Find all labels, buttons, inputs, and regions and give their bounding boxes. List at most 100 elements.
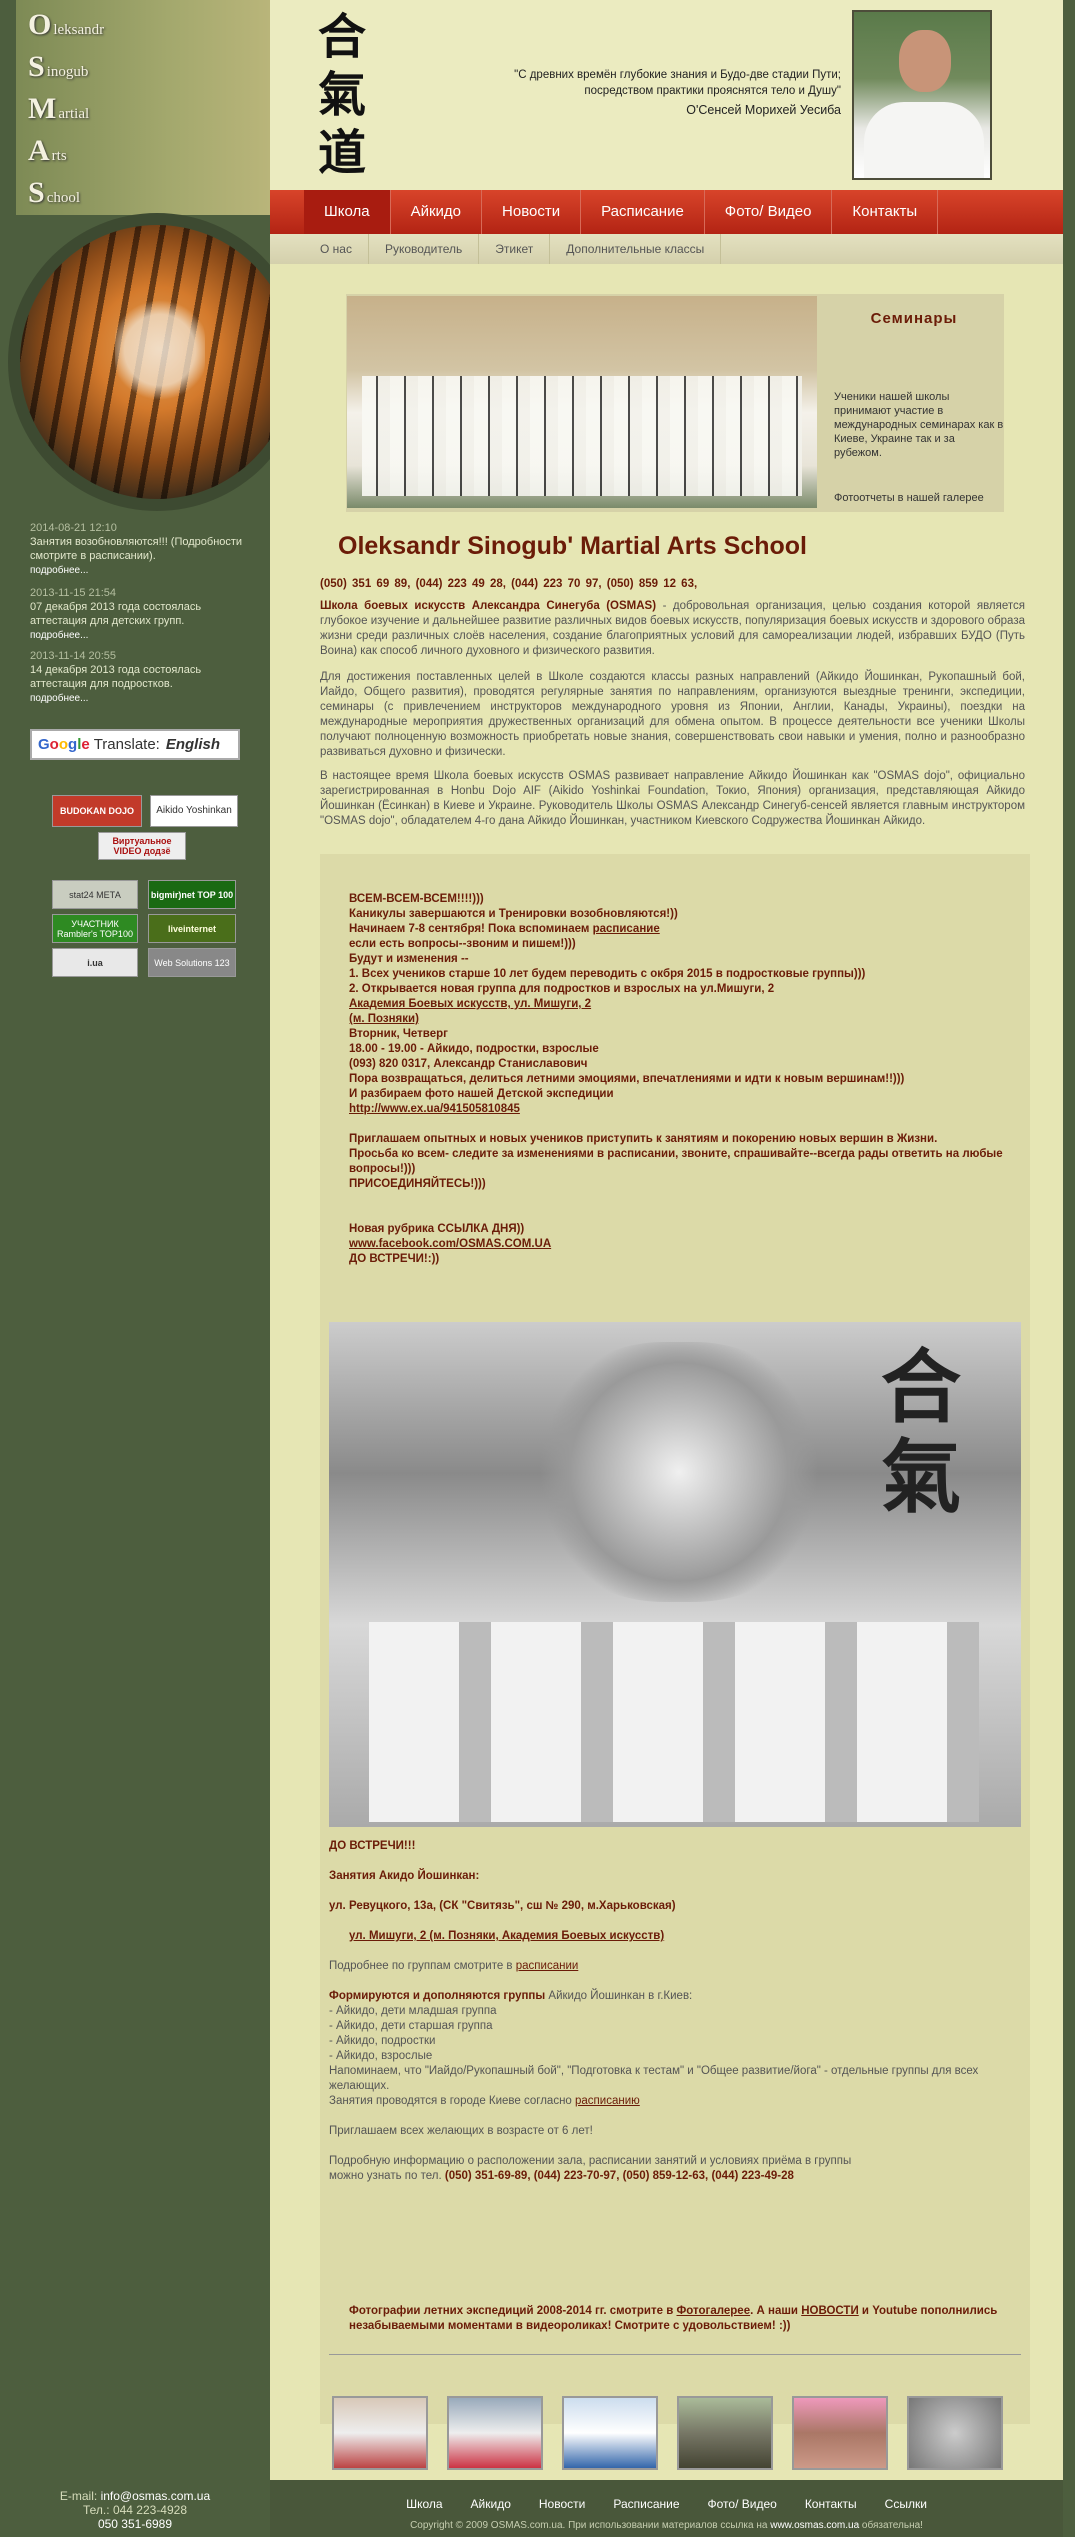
subnav-etiquette[interactable]: Этикет	[479, 234, 551, 264]
thumbnail[interactable]	[447, 2396, 543, 2470]
subnav-leader[interactable]: Руководитель	[369, 234, 480, 264]
email-label: E-mail:	[59, 2489, 98, 2503]
nav-contacts[interactable]: Контакты	[832, 190, 939, 234]
seminars-banner[interactable]: Семинары Ученики нашей школы принимают у…	[346, 294, 1004, 512]
news-more-link[interactable]: подробнее...	[30, 565, 88, 576]
mishugi-link[interactable]: ул. Мишуги, 2 (м. Позняки, Академия Боев…	[349, 1930, 664, 1942]
news-item: 2013-11-14 20:55 14 декабря 2013 года со…	[30, 649, 250, 706]
right-edge	[1063, 0, 1075, 2537]
poznyaky-link[interactable]: (м. Позняки)	[349, 1013, 419, 1025]
news-item: 2013-11-15 21:54 07 декабря 2013 года со…	[30, 586, 250, 643]
google-logo: Google	[38, 736, 90, 753]
schedule-details-link[interactable]: расписании	[516, 1960, 579, 1972]
aikido-kanji: 合氣道	[317, 9, 366, 181]
nav-schedule[interactable]: Расписание	[581, 190, 705, 234]
tel-2: 050 351-6989	[97, 2517, 173, 2531]
news-date: 2014-08-21 12:10	[30, 522, 117, 534]
seminar-group-photo	[347, 296, 817, 508]
photo-thumbnails	[332, 2396, 1003, 2470]
divider	[329, 2354, 1021, 2355]
nav-school[interactable]: Школа	[304, 190, 391, 234]
news-date: 2013-11-14 20:55	[30, 650, 117, 662]
dojo-group-photo: 合氣	[329, 1322, 1021, 1827]
yoshinkan-paragraph: В настоящее время Школа боевых искусств …	[320, 770, 1025, 827]
seminars-title: Семинары	[870, 310, 958, 327]
stat24-counter[interactable]: stat24 МЕТА	[52, 880, 138, 909]
goals-paragraph: Для достижения поставленных целей в Школ…	[320, 671, 1025, 758]
news-text: Занятия возобновляются!!! (Подробности с…	[30, 536, 243, 562]
video-dojo-banner[interactable]: Виртуальное VIDEO додзё	[98, 832, 186, 860]
news-more-link[interactable]: подробнее...	[30, 630, 88, 641]
thumbnail[interactable]	[562, 2396, 658, 2470]
footer-nav-school[interactable]: Школа	[406, 2497, 442, 2511]
site-link[interactable]: www.osmas.com.ua	[770, 2520, 859, 2531]
footer-nav-aikido[interactable]: Айкидо	[471, 2497, 511, 2511]
logo-line-4[interactable]: Arts	[28, 134, 67, 168]
thumbnail[interactable]	[677, 2396, 773, 2470]
seminars-text: Ученики нашей школы принимают участие в …	[834, 391, 1004, 459]
bigmir-counter[interactable]: bigmir)net TOP 100	[148, 880, 236, 909]
google-translate-widget[interactable]: Google Translate: English	[30, 729, 240, 760]
translate-language[interactable]: English	[166, 736, 220, 753]
news-item: 2014-08-21 12:10 Занятия возобновляются!…	[30, 521, 250, 578]
footer-nav-contacts[interactable]: Контакты	[805, 2497, 857, 2511]
main-column: 合氣道 "С древних времён глубокие знания и …	[270, 0, 1063, 2537]
phone-list: (050) 351 69 89, (044) 223 49 28, (044) …	[320, 578, 698, 590]
schedule-link-2[interactable]: расписанию	[575, 2095, 640, 2107]
news-text: 14 декабря 2013 года состоялась аттестац…	[30, 664, 202, 690]
header: 合氣道 "С древних времён глубокие знания и …	[270, 0, 1063, 190]
expedition-photos-link[interactable]: http://www.ex.ua/941505810845	[349, 1103, 520, 1115]
instructor-portrait	[852, 10, 992, 180]
header-quote: "С древних времён глубокие знания и Будо…	[441, 67, 841, 118]
thumbnail[interactable]	[907, 2396, 1003, 2470]
footer-nav-photo-video[interactable]: Фото/ Видео	[708, 2497, 777, 2511]
quote-author: О'Сенсей Морихей Уесиба	[686, 103, 841, 117]
rambler-counter[interactable]: УЧАСТНИК Rambler's TOP100	[52, 914, 138, 943]
footer: Школа Айкидо Новости Расписание Фото/ Ви…	[270, 2480, 1063, 2537]
footer-nav-news[interactable]: Новости	[539, 2497, 585, 2511]
logo-line-2[interactable]: Sinogub	[28, 50, 88, 84]
copyright: Copyright © 2009 OSMAS.com.ua. При испол…	[410, 2520, 923, 2531]
tiger-image	[8, 213, 306, 511]
news-date: 2013-11-15 21:54	[30, 587, 117, 599]
news-link[interactable]: НОВОСТИ	[801, 2305, 859, 2317]
subnav-about[interactable]: О нас	[304, 234, 369, 264]
news-more-link[interactable]: подробнее...	[30, 693, 88, 704]
schedule-link[interactable]: расписание	[593, 923, 660, 935]
thumbnail[interactable]	[792, 2396, 888, 2470]
main-nav: Школа Айкидо Новости Расписание Фото/ Ви…	[270, 190, 1063, 234]
translate-label: Translate:	[93, 736, 160, 753]
nav-news[interactable]: Новости	[482, 190, 582, 234]
expedition-photos-note: Фотографии летних экспедиций 2008-2014 г…	[349, 2305, 998, 2332]
gallery-link[interactable]: Фотогалерее	[676, 2305, 750, 2317]
class-details: ДО ВСТРЕЧИ!!! Занятия Акидо Йошинкан: ул…	[329, 1840, 979, 2182]
announcement-text: ВСЕМ-ВСЕМ-ВСЕМ!!!!))) Каникулы завершают…	[349, 893, 1003, 1265]
websolutions-banner[interactable]: Web Solutions 123	[148, 948, 236, 977]
email-link[interactable]: info@osmas.com.ua	[101, 2489, 211, 2503]
announcement-block: ВСЕМ-ВСЕМ-ВСЕМ!!!!))) Каникулы завершают…	[320, 854, 1030, 2470]
left-sidebar: Oleksandr Sinogub Martial Arts School 20…	[0, 0, 306, 2537]
logo-line-1[interactable]: Oleksandr	[28, 8, 104, 42]
thumbnail[interactable]	[332, 2396, 428, 2470]
sub-nav: О нас Руководитель Этикет Дополнительные…	[270, 234, 1063, 264]
footer-nav-schedule[interactable]: Расписание	[613, 2497, 679, 2511]
seminars-gallery-link[interactable]: Фотоотчеты в нашей галерее	[834, 492, 984, 504]
logo-line-5[interactable]: School	[28, 176, 80, 210]
nav-aikido[interactable]: Айкидо	[391, 190, 483, 234]
footer-nav-links[interactable]: Ссылки	[885, 2497, 927, 2511]
tel-label: Тел.:	[82, 2503, 110, 2517]
logo-line-3[interactable]: Martial	[28, 92, 89, 126]
sidebar-contacts: E-mail: info@osmas.com.ua Тел.: 044 223-…	[0, 2489, 270, 2531]
iua-counter[interactable]: i.ua	[52, 948, 138, 977]
news-text: 07 декабря 2013 года состоялась аттестац…	[30, 601, 202, 627]
budokan-banner[interactable]: BUDOKAN DOJO	[52, 795, 142, 827]
liveinternet-counter[interactable]: liveinternet	[148, 914, 236, 943]
nav-photo-video[interactable]: Фото/ Видео	[705, 190, 833, 234]
subnav-extra-classes[interactable]: Дополнительные классы	[550, 234, 722, 264]
page-title: Oleksandr Sinogub' Martial Arts School	[338, 532, 807, 560]
aikido-yoshinkan-banner[interactable]: Aikido Yoshinkan	[150, 795, 238, 827]
footer-nav: Школа Айкидо Новости Расписание Фото/ Ви…	[270, 2497, 1063, 2511]
academy-link[interactable]: Академия Боевых искусств, ул. Мишуги, 2	[349, 998, 591, 1010]
facebook-link[interactable]: www.facebook.com/OSMAS.COM.UA	[349, 1238, 551, 1250]
tel-1: 044 223-4928	[112, 2503, 188, 2517]
